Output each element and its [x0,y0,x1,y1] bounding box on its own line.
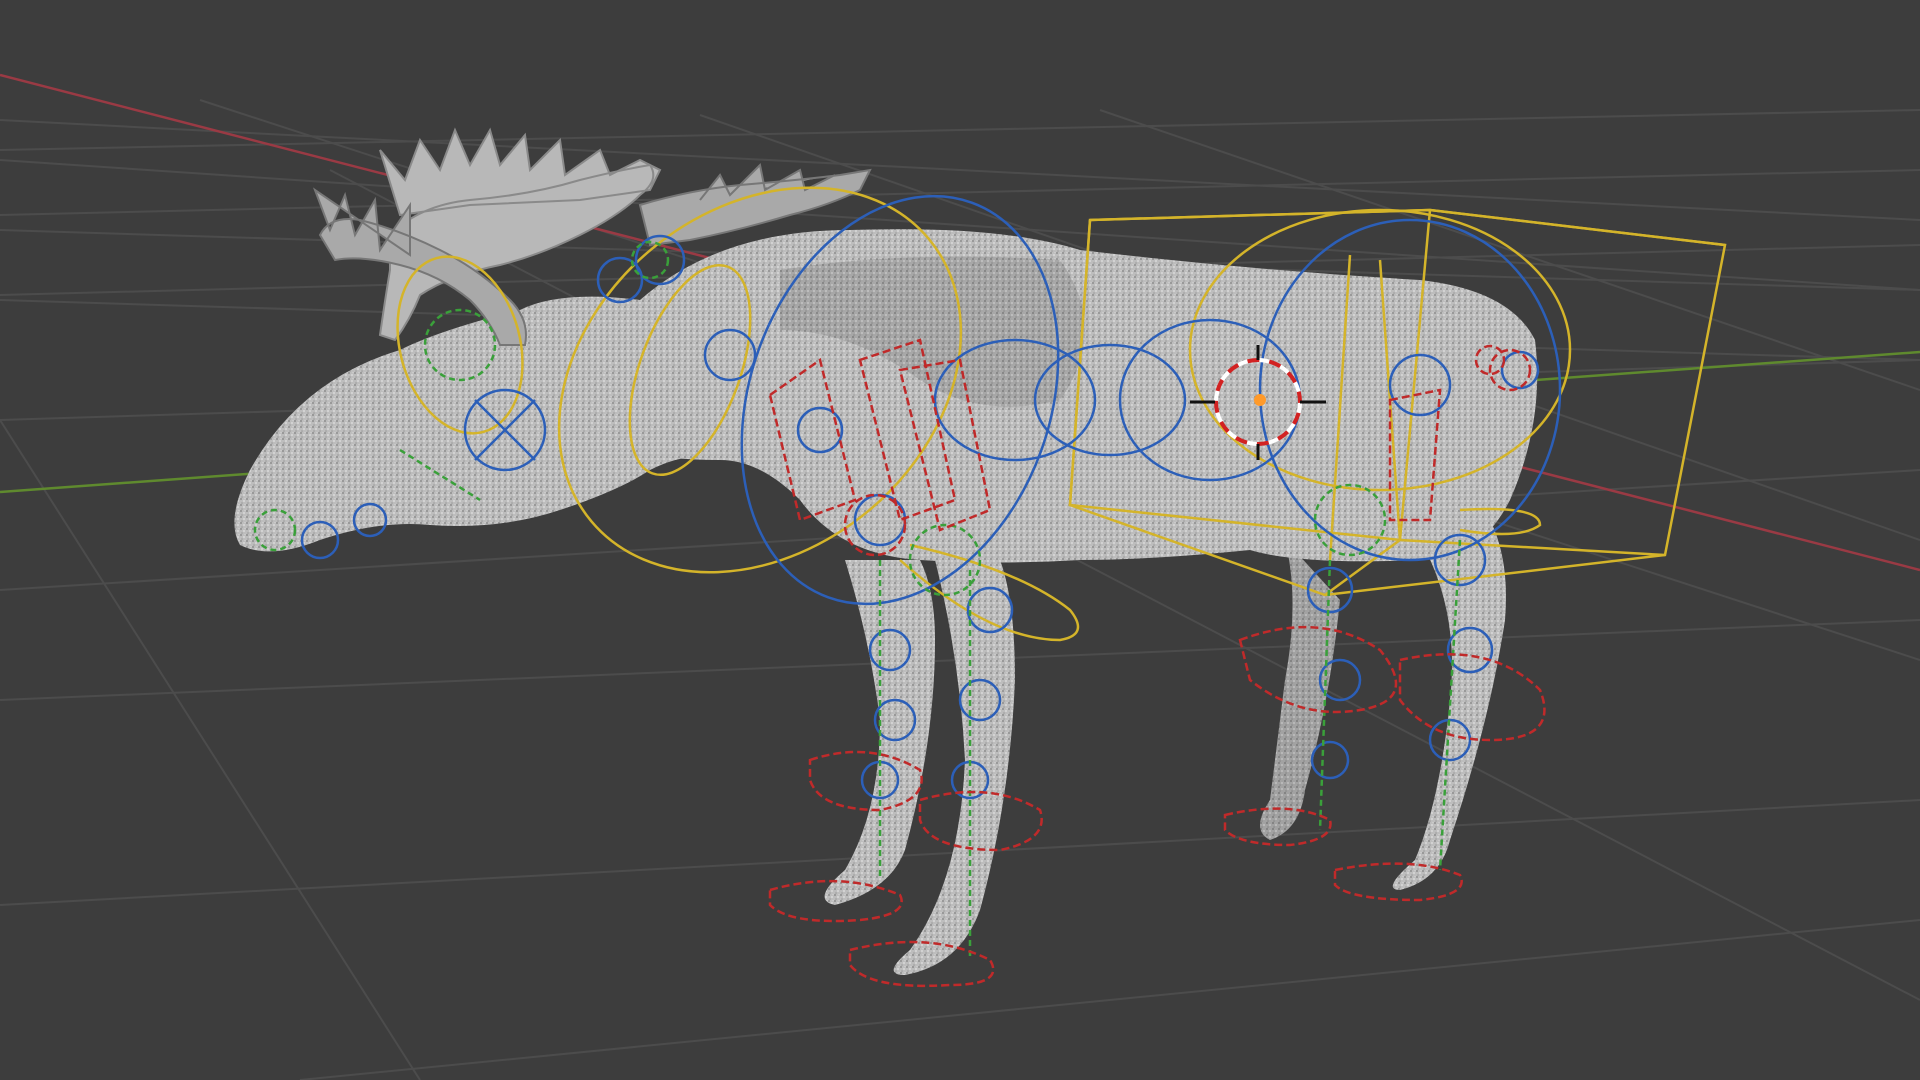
3d-viewport[interactable] [0,0,1920,1080]
viewport-canvas[interactable] [0,0,1920,1080]
moose-head [234,296,720,552]
moose-mesh[interactable] [234,127,1538,975]
object-origin-icon [1254,394,1266,406]
